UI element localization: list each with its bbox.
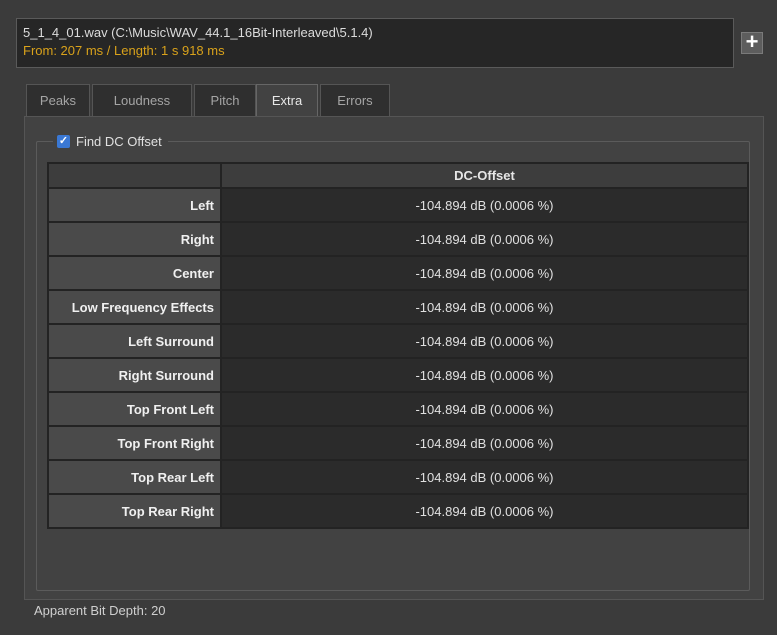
table-row: Top Front Left -104.894 dB (0.0006 %) xyxy=(47,391,749,427)
row-label: Left Surround xyxy=(47,323,222,359)
row-label: Left xyxy=(47,187,222,223)
row-label: Top Front Left xyxy=(47,391,222,427)
row-label: Top Front Right xyxy=(47,425,222,461)
table-row: Right Surround -104.894 dB (0.0006 %) xyxy=(47,357,749,393)
row-value: -104.894 dB (0.0006 %) xyxy=(220,187,749,223)
find-dc-offset-label: Find DC Offset xyxy=(76,133,162,149)
table-row: Left -104.894 dB (0.0006 %) xyxy=(47,187,749,223)
row-label: Center xyxy=(47,255,222,291)
table-row: Top Rear Left -104.894 dB (0.0006 %) xyxy=(47,459,749,495)
table-row: Top Front Right -104.894 dB (0.0006 %) xyxy=(47,425,749,461)
extra-panel: ✓ Find DC Offset DC-Offset Left -104.894… xyxy=(24,116,764,600)
find-dc-offset-toggle[interactable]: ✓ Find DC Offset xyxy=(53,132,168,150)
add-button[interactable]: + xyxy=(741,31,763,54)
row-label: Right Surround xyxy=(47,357,222,393)
row-value: -104.894 dB (0.0006 %) xyxy=(220,221,749,257)
table-row: Left Surround -104.894 dB (0.0006 %) xyxy=(47,323,749,359)
row-value: -104.894 dB (0.0006 %) xyxy=(220,323,749,359)
table-row: Top Rear Right -104.894 dB (0.0006 %) xyxy=(47,493,749,529)
row-label: Top Rear Left xyxy=(47,459,222,495)
table-row: Low Frequency Effects -104.894 dB (0.000… xyxy=(47,289,749,325)
tab-extra[interactable]: Extra xyxy=(256,84,318,118)
tab-pitch[interactable]: Pitch xyxy=(194,84,256,116)
table-row: Right -104.894 dB (0.0006 %) xyxy=(47,221,749,257)
file-name: 5_1_4_01.wav (C:\Music\WAV_44.1_16Bit-In… xyxy=(23,25,373,40)
row-value: -104.894 dB (0.0006 %) xyxy=(220,255,749,291)
row-value: -104.894 dB (0.0006 %) xyxy=(220,493,749,529)
tab-errors[interactable]: Errors xyxy=(320,84,390,116)
row-label: Low Frequency Effects xyxy=(47,289,222,325)
row-label: Top Rear Right xyxy=(47,493,222,529)
tab-peaks[interactable]: Peaks xyxy=(26,84,90,116)
file-info-box: 5_1_4_01.wav (C:\Music\WAV_44.1_16Bit-In… xyxy=(16,18,734,68)
file-range: From: 207 ms / Length: 1 s 918 ms xyxy=(23,43,225,58)
dc-offset-table: DC-Offset Left -104.894 dB (0.0006 %) Ri… xyxy=(47,162,749,529)
column-header-dc-offset: DC-Offset xyxy=(220,162,749,189)
tab-loudness[interactable]: Loudness xyxy=(92,84,192,116)
find-dc-offset-checkbox[interactable]: ✓ xyxy=(57,134,70,148)
row-value: -104.894 dB (0.0006 %) xyxy=(220,459,749,495)
row-value: -104.894 dB (0.0006 %) xyxy=(220,289,749,325)
apparent-bit-depth: Apparent Bit Depth: 20 xyxy=(34,603,166,618)
table-row: Center -104.894 dB (0.0006 %) xyxy=(47,255,749,291)
row-value: -104.894 dB (0.0006 %) xyxy=(220,357,749,393)
row-value: -104.894 dB (0.0006 %) xyxy=(220,425,749,461)
table-corner xyxy=(47,162,222,189)
row-value: -104.894 dB (0.0006 %) xyxy=(220,391,749,427)
row-label: Right xyxy=(47,221,222,257)
